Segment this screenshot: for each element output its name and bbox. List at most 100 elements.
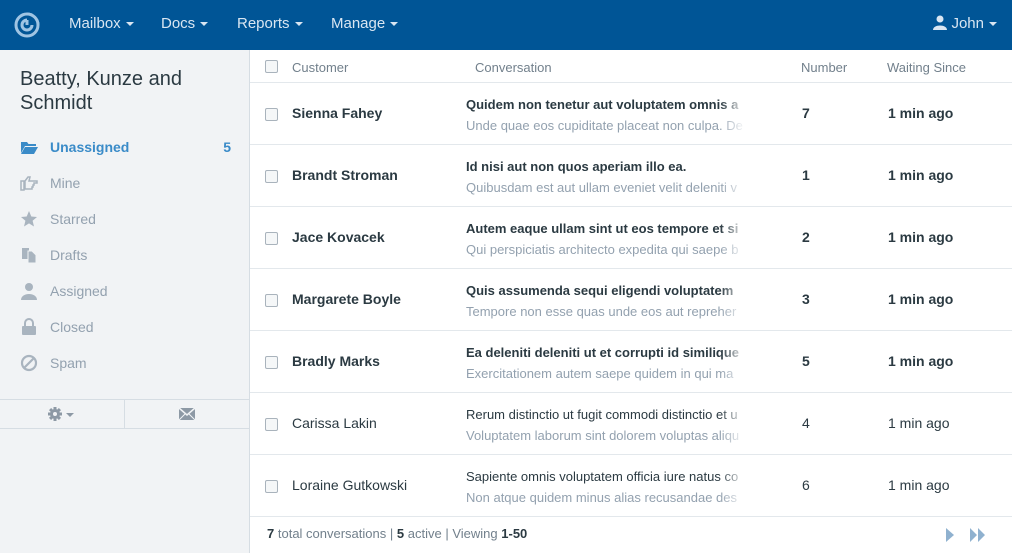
column-header-number[interactable]: Number bbox=[801, 60, 847, 75]
ban-icon bbox=[20, 354, 38, 372]
waiting-since: 1 min ago bbox=[888, 229, 954, 245]
conversation-subject: Quis assumenda sequi eligendi voluptatem bbox=[466, 283, 734, 298]
nav-manage-label: Manage bbox=[331, 15, 386, 32]
column-header-waiting-since[interactable]: Waiting Since bbox=[887, 60, 966, 75]
conversation-cell: Id nisi aut non quos aperiam illo ea. Qu… bbox=[466, 158, 745, 197]
text-fade bbox=[720, 341, 746, 383]
row-checkbox[interactable] bbox=[265, 232, 278, 245]
conversation-preview: Voluptatem laborum sint dolorem voluptas… bbox=[466, 428, 740, 443]
customer-name: Bradly Marks bbox=[292, 353, 380, 369]
mailbox-name: Beatty, Kunze and Schmidt bbox=[20, 68, 182, 114]
sidebar-item-label: Starred bbox=[50, 211, 96, 227]
sidebar-item-starred[interactable]: Starred bbox=[0, 201, 249, 237]
table-footer: 7 total conversations | 5 active | Viewi… bbox=[250, 517, 1012, 553]
total-count: 7 bbox=[267, 526, 275, 541]
viewing-label: Viewing bbox=[452, 526, 498, 541]
table-row[interactable]: Margarete Boyle Quis assumenda sequi eli… bbox=[250, 269, 1012, 331]
gear-icon bbox=[48, 407, 74, 421]
nav-docs-menu[interactable]: Docs bbox=[161, 0, 209, 50]
row-checkbox[interactable] bbox=[265, 480, 278, 493]
sidebar-item-spam[interactable]: Spam bbox=[0, 345, 249, 381]
customer-name: Loraine Gutkowski bbox=[292, 477, 408, 493]
lock-icon bbox=[22, 318, 36, 335]
sidebar-item-closed[interactable]: Closed bbox=[0, 309, 249, 345]
sidebar-item-unassigned[interactable]: Unassigned 5 bbox=[0, 129, 249, 165]
conversation-preview: Qui perspiciatis architecto expedita qui… bbox=[466, 242, 739, 257]
conversation-subject: Sapiente omnis voluptatem officia iure n… bbox=[466, 469, 739, 484]
chevron-down-icon bbox=[294, 22, 303, 27]
conversation-subject: Quidem non tenetur aut voluptatem omnis … bbox=[466, 97, 739, 112]
conversation-list: Customer Conversation Number Waiting Sin… bbox=[250, 50, 1012, 553]
waiting-since: 1 min ago bbox=[888, 415, 950, 431]
sidebar-item-assigned[interactable]: Assigned bbox=[0, 273, 249, 309]
row-checkbox[interactable] bbox=[265, 170, 278, 183]
conversation-subject: Autem eaque ullam sint ut eos tempore et… bbox=[466, 221, 739, 236]
sidebar-item-label: Spam bbox=[50, 355, 87, 371]
table-row[interactable]: Loraine Gutkowski Sapiente omnis volupta… bbox=[250, 455, 1012, 517]
row-checkbox[interactable] bbox=[265, 294, 278, 307]
customer-name: Sienna Fahey bbox=[292, 105, 383, 121]
text-fade bbox=[720, 155, 746, 197]
star-icon bbox=[21, 211, 37, 227]
chevron-down-icon bbox=[200, 22, 209, 27]
table-row[interactable]: Jace Kovacek Autem eaque ullam sint ut e… bbox=[250, 207, 1012, 269]
text-fade bbox=[720, 217, 746, 259]
conversation-cell: Autem eaque ullam sint ut eos tempore et… bbox=[466, 220, 745, 259]
conversation-subject: Ea deleniti deleniti ut et corrupti id s… bbox=[466, 345, 740, 360]
conversation-number: 4 bbox=[802, 415, 810, 431]
nav-mailbox-label: Mailbox bbox=[69, 15, 121, 32]
total-label: total conversations bbox=[277, 526, 387, 541]
nav-manage-menu[interactable]: Manage bbox=[331, 0, 399, 50]
conversation-cell: Quidem non tenetur aut voluptatem omnis … bbox=[466, 96, 745, 135]
chevron-down-icon bbox=[125, 22, 134, 27]
customer-name: Carissa Lakin bbox=[292, 415, 377, 431]
active-count: 5 bbox=[396, 526, 405, 541]
table-row[interactable]: Brandt Stroman Id nisi aut non quos aper… bbox=[250, 145, 1012, 207]
conversation-number: 7 bbox=[802, 105, 810, 121]
conversation-preview: Tempore non esse quas unde eos aut repre… bbox=[466, 304, 737, 319]
sidebar-item-mine[interactable]: Mine bbox=[0, 165, 249, 201]
conversation-subject: Rerum distinctio ut fugit commodi distin… bbox=[466, 407, 738, 422]
waiting-since: 1 min ago bbox=[888, 477, 950, 493]
folder-open-icon bbox=[21, 142, 38, 154]
table-row[interactable]: Carissa Lakin Rerum distinctio ut fugit … bbox=[250, 393, 1012, 455]
conversation-subject: Id nisi aut non quos aperiam illo ea. bbox=[466, 159, 687, 174]
column-header-conversation[interactable]: Conversation bbox=[475, 60, 552, 75]
select-all-checkbox[interactable] bbox=[265, 60, 278, 73]
user-menu[interactable]: John bbox=[933, 0, 997, 50]
row-checkbox[interactable] bbox=[265, 108, 278, 121]
nav-mailbox-menu[interactable]: Mailbox bbox=[69, 0, 134, 50]
conversation-cell: Ea deleniti deleniti ut et corrupti id s… bbox=[466, 344, 745, 383]
customer-name: Margarete Boyle bbox=[292, 291, 401, 307]
last-page-icon[interactable] bbox=[969, 527, 987, 543]
row-checkbox[interactable] bbox=[265, 418, 278, 431]
sidebar-item-label: Mine bbox=[50, 175, 81, 191]
table-row[interactable]: Bradly Marks Ea deleniti deleniti ut et … bbox=[250, 331, 1012, 393]
conversation-number: 1 bbox=[802, 167, 810, 183]
app-logo-icon[interactable] bbox=[14, 12, 40, 38]
unassigned-count-badge: 5 bbox=[223, 139, 231, 155]
envelope-icon bbox=[178, 407, 196, 421]
nav-reports-menu[interactable]: Reports bbox=[237, 0, 303, 50]
conversation-number: 3 bbox=[802, 291, 810, 307]
next-page-icon[interactable] bbox=[944, 527, 956, 543]
row-checkbox[interactable] bbox=[265, 356, 278, 369]
waiting-since: 1 min ago bbox=[888, 167, 954, 183]
pagination-summary: 7 total conversations | 5 active | Viewi… bbox=[267, 526, 527, 541]
column-header-customer[interactable]: Customer bbox=[292, 60, 348, 75]
table-row[interactable]: Sienna Fahey Quidem non tenetur aut volu… bbox=[250, 83, 1012, 145]
conversation-cell: Quis assumenda sequi eligendi voluptatem… bbox=[466, 282, 745, 321]
active-label: active bbox=[407, 526, 442, 541]
conversation-preview: Non atque quidem minus alias recusandae … bbox=[466, 490, 738, 505]
mailbox-settings-button[interactable] bbox=[0, 400, 125, 428]
separator: | bbox=[389, 526, 397, 541]
text-fade bbox=[720, 93, 746, 135]
viewing-range: 1-50 bbox=[501, 526, 528, 541]
table-header: Customer Conversation Number Waiting Sin… bbox=[250, 50, 1012, 83]
text-fade bbox=[720, 279, 746, 321]
sidebar-item-drafts[interactable]: Drafts bbox=[0, 237, 249, 273]
sidebar-item-label: Unassigned bbox=[50, 139, 130, 155]
conversation-preview: Exercitationem autem saepe quidem in qui… bbox=[466, 366, 734, 381]
new-conversation-button[interactable] bbox=[125, 400, 249, 428]
user-icon bbox=[933, 15, 948, 31]
